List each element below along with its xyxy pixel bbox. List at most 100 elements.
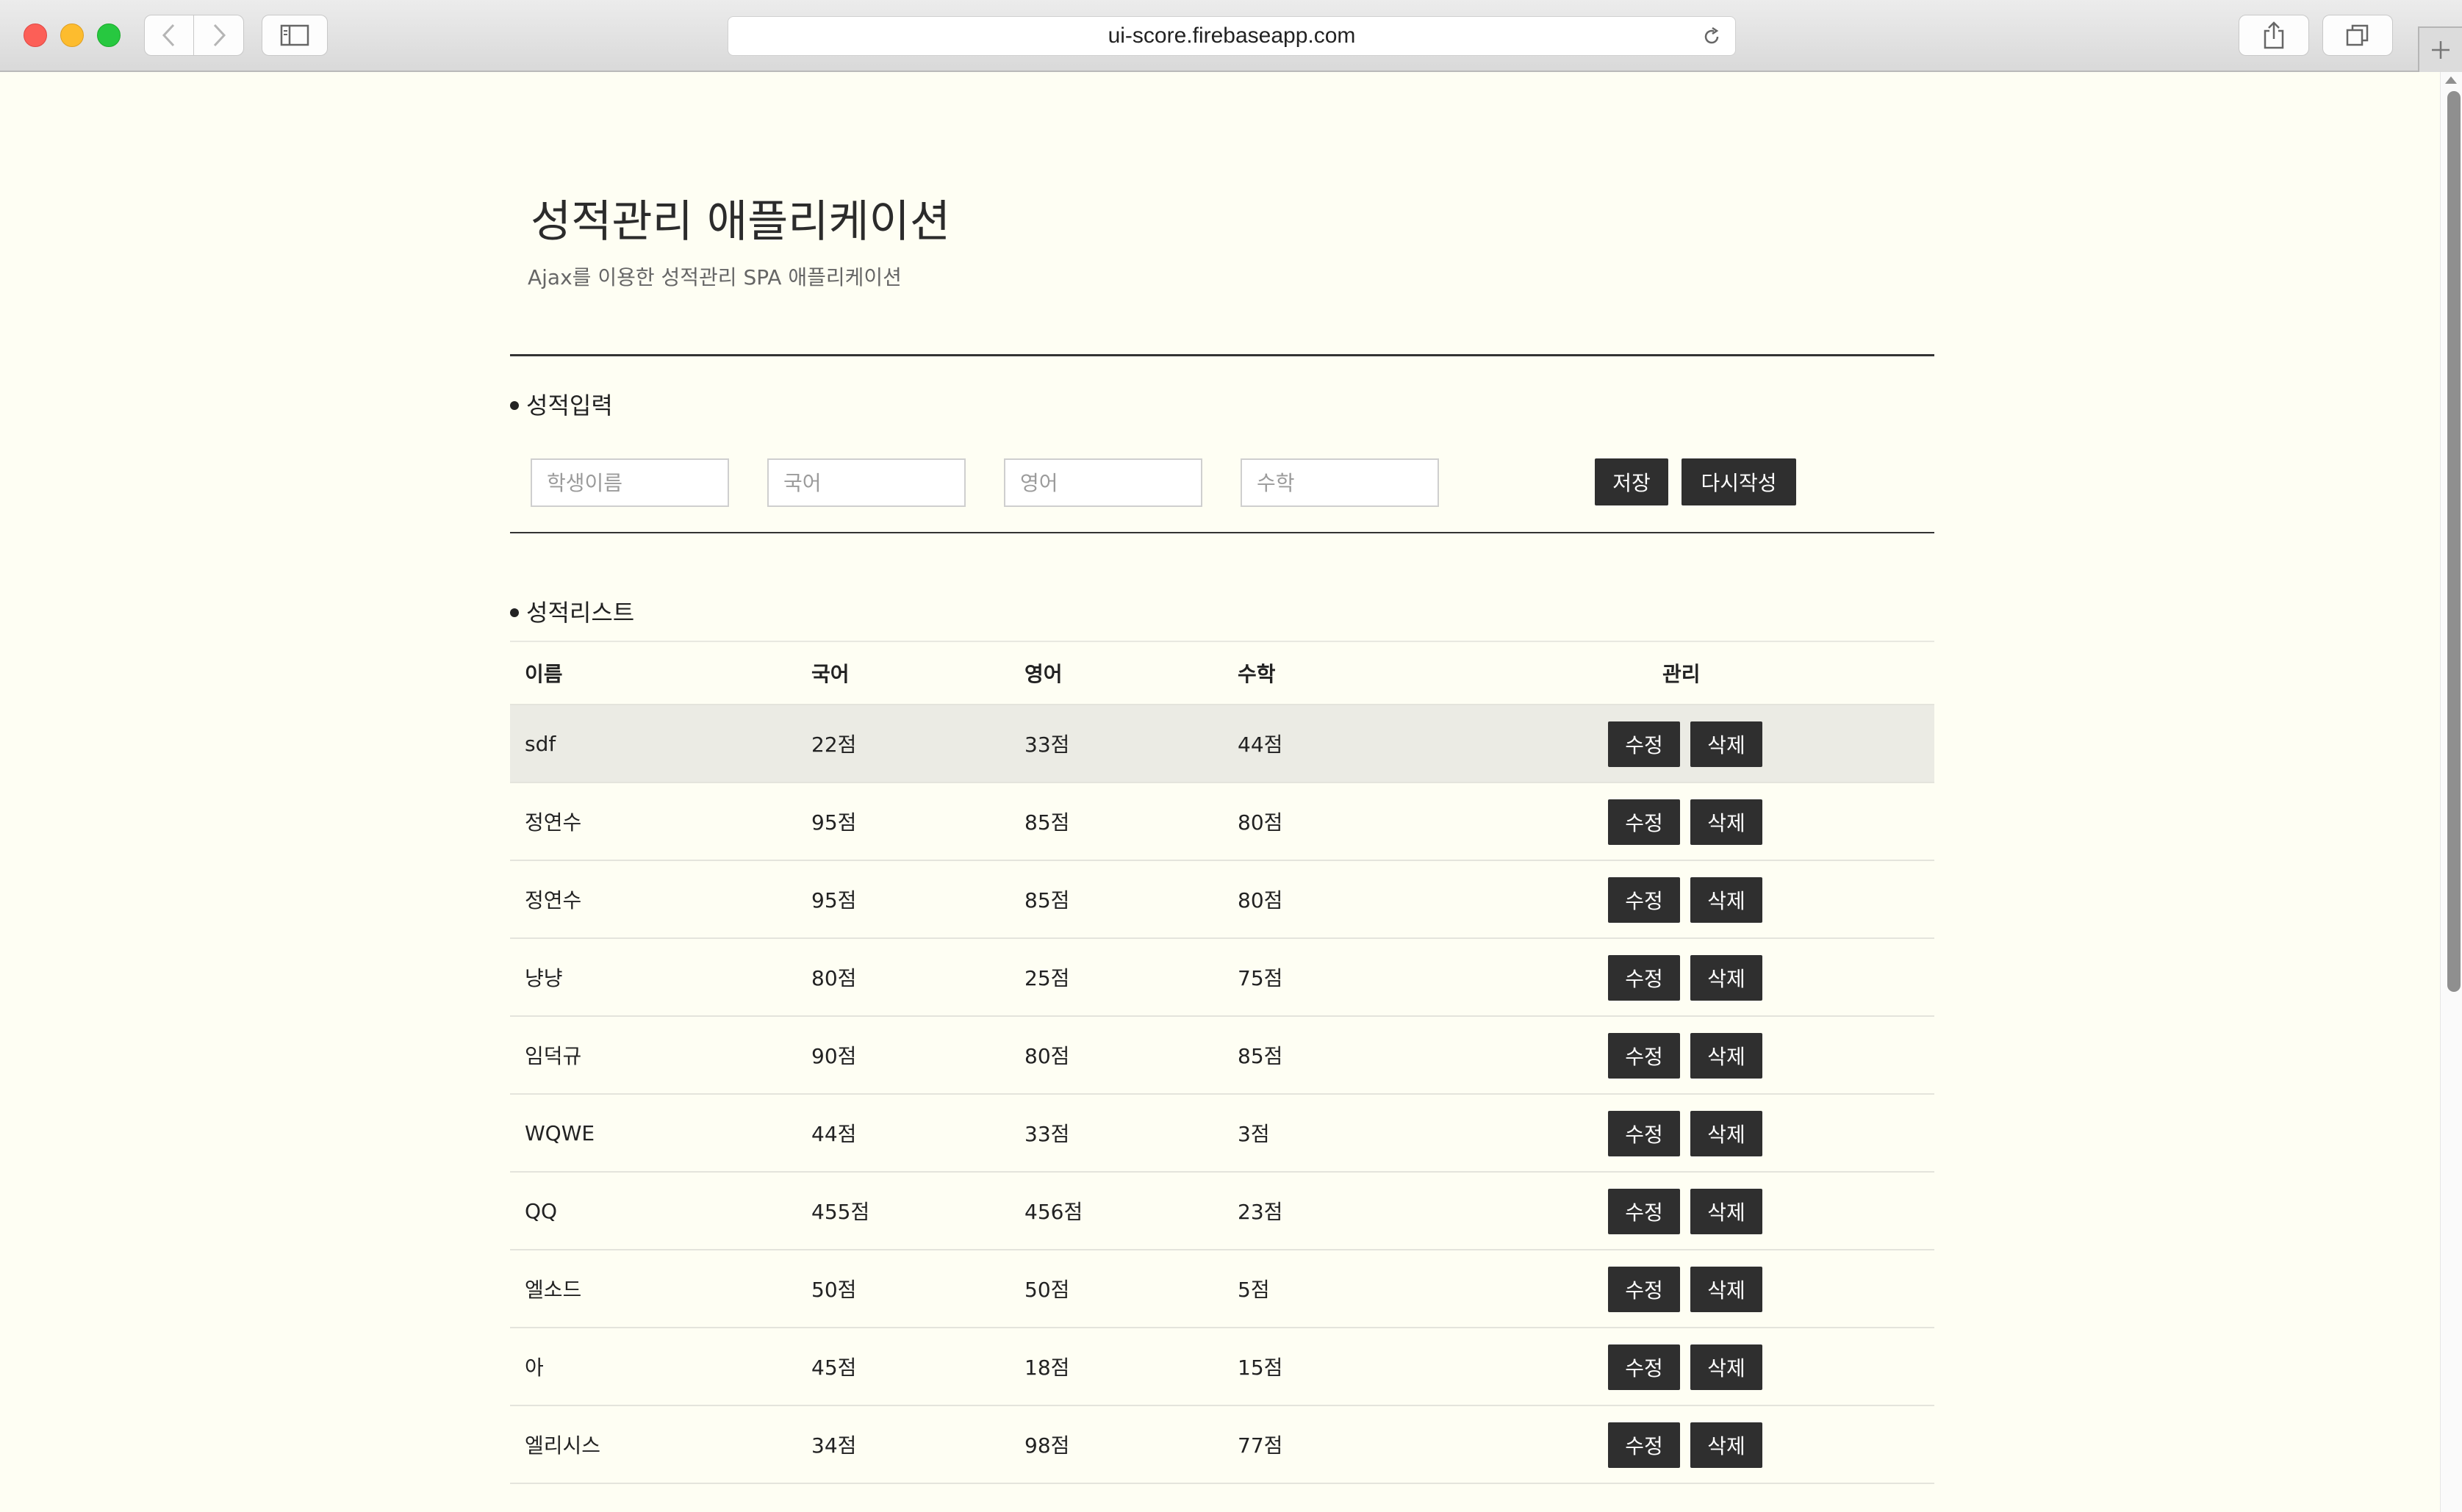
math-score-input[interactable] — [1241, 458, 1439, 507]
cell-math: 3점 — [1238, 1122, 1270, 1146]
edit-button[interactable]: 수정 — [1608, 1267, 1680, 1312]
edit-button[interactable]: 수정 — [1608, 721, 1680, 767]
window-close-button[interactable] — [24, 24, 47, 47]
new-tab-button[interactable] — [2418, 26, 2462, 72]
scrollbar-thumb[interactable] — [2447, 91, 2461, 992]
delete-button[interactable]: 삭제 — [1690, 799, 1762, 845]
cell-english: 85점 — [1024, 810, 1070, 835]
column-header-manage: 관리 — [1662, 662, 1701, 686]
cell-math: 15점 — [1238, 1356, 1283, 1380]
cell-math: 5점 — [1238, 1278, 1270, 1302]
table-row: 엘리시스 34점 98점 77점 수정 삭제 — [510, 1406, 1934, 1484]
table-row: sdf 22점 33점 44점 수정 삭제 — [510, 705, 1934, 783]
forward-icon — [213, 24, 226, 47]
add-tab-icon — [2432, 41, 2450, 59]
input-section-label: 성적입력 — [526, 392, 613, 420]
table-row: 엘소드 50점 50점 5점 수정 삭제 — [510, 1250, 1934, 1328]
window-minimize-button[interactable] — [60, 24, 84, 47]
cell-name: 정연수 — [525, 810, 582, 835]
delete-button[interactable]: 삭제 — [1690, 1422, 1762, 1468]
reload-icon[interactable] — [1701, 26, 1722, 47]
table-row: 정연수 95점 85점 80점 수정 삭제 — [510, 861, 1934, 939]
cell-korean: 95점 — [811, 810, 857, 835]
delete-button[interactable]: 삭제 — [1690, 877, 1762, 923]
english-score-input[interactable] — [1004, 458, 1202, 507]
edit-button[interactable]: 수정 — [1608, 1344, 1680, 1390]
delete-button[interactable]: 삭제 — [1690, 1344, 1762, 1390]
column-header-name: 이름 — [525, 662, 563, 686]
table-row: QQ 455점 456점 23점 수정 삭제 — [510, 1173, 1934, 1250]
cell-name: 냥냥 — [525, 966, 563, 990]
sidebar-icon — [280, 24, 309, 46]
edit-button[interactable]: 수정 — [1608, 955, 1680, 1001]
delete-button[interactable]: 삭제 — [1690, 955, 1762, 1001]
input-section-title: 성적입력 — [510, 389, 613, 422]
cell-math: 80점 — [1238, 888, 1283, 912]
window-zoom-button[interactable] — [97, 24, 121, 47]
cell-korean: 50점 — [811, 1278, 857, 1302]
reset-button[interactable]: 다시작성 — [1682, 458, 1796, 505]
back-button[interactable] — [144, 15, 194, 56]
share-icon — [2264, 21, 2284, 49]
address-bar[interactable]: ui-score.firebaseapp.com — [728, 16, 1736, 56]
edit-button[interactable]: 수정 — [1608, 1189, 1680, 1234]
column-header-korean: 국어 — [811, 662, 850, 686]
cell-english: 33점 — [1024, 732, 1070, 757]
cell-korean: 80점 — [811, 966, 857, 990]
forward-button[interactable] — [194, 15, 244, 56]
korean-score-input[interactable] — [767, 458, 966, 507]
delete-button[interactable]: 삭제 — [1690, 1033, 1762, 1079]
cell-name: 엘리시스 — [525, 1433, 601, 1458]
table-header: 이름 국어 영어 수학 관리 — [510, 642, 1934, 705]
sidebar-button[interactable] — [262, 15, 328, 56]
cell-korean: 95점 — [811, 888, 857, 912]
share-button[interactable] — [2239, 15, 2309, 56]
edit-button[interactable]: 수정 — [1608, 877, 1680, 923]
cell-english: 98점 — [1024, 1433, 1070, 1458]
delete-button[interactable]: 삭제 — [1690, 721, 1762, 767]
cell-korean: 22점 — [811, 732, 857, 757]
header-divider — [510, 354, 1934, 356]
cell-name: 엘소드 — [525, 1278, 582, 1302]
delete-button[interactable]: 삭제 — [1690, 1267, 1762, 1312]
tab-overview-button[interactable] — [2322, 15, 2393, 56]
delete-button[interactable]: 삭제 — [1690, 1111, 1762, 1156]
table-row: 임덕규 90점 80점 85점 수정 삭제 — [510, 1017, 1934, 1095]
cell-korean: 45점 — [811, 1356, 857, 1380]
table-row: 정연수 95점 85점 80점 수정 삭제 — [510, 783, 1934, 861]
cell-english: 85점 — [1024, 888, 1070, 912]
save-button[interactable]: 저장 — [1595, 458, 1668, 505]
column-header-math: 수학 — [1238, 662, 1276, 686]
cell-name: QQ — [525, 1198, 558, 1223]
cell-english: 18점 — [1024, 1356, 1070, 1380]
edit-button[interactable]: 수정 — [1608, 1422, 1680, 1468]
edit-button[interactable]: 수정 — [1608, 799, 1680, 845]
cell-english: 50점 — [1024, 1278, 1070, 1302]
cell-name: 정연수 — [525, 888, 582, 912]
back-icon — [162, 24, 175, 47]
bullet-icon — [510, 401, 519, 410]
scroll-up-arrow-icon[interactable] — [2445, 76, 2457, 84]
cell-name: WQWE — [525, 1120, 595, 1145]
list-section-label: 성적리스트 — [526, 599, 635, 627]
edit-button[interactable]: 수정 — [1608, 1033, 1680, 1079]
delete-button[interactable]: 삭제 — [1690, 1189, 1762, 1234]
list-section-title: 성적리스트 — [510, 597, 634, 629]
cell-math: 77점 — [1238, 1433, 1283, 1458]
edit-button[interactable]: 수정 — [1608, 1111, 1680, 1156]
table-row: WQWE 44점 33점 3점 수정 삭제 — [510, 1095, 1934, 1173]
url-text: ui-score.firebaseapp.com — [1108, 24, 1356, 48]
cell-name: 아 — [525, 1356, 544, 1380]
cell-name: 임덕규 — [525, 1044, 582, 1068]
cell-math: 85점 — [1238, 1044, 1283, 1068]
cell-english: 25점 — [1024, 966, 1070, 990]
cell-math: 23점 — [1238, 1200, 1283, 1224]
input-divider — [510, 532, 1934, 533]
cell-math: 44점 — [1238, 732, 1283, 757]
student-name-input[interactable] — [531, 458, 729, 507]
cell-english: 456점 — [1024, 1200, 1083, 1224]
bullet-icon — [510, 608, 519, 617]
cell-math: 75점 — [1238, 966, 1283, 990]
cell-korean: 455점 — [811, 1200, 870, 1224]
browser-toolbar: ui-score.firebaseapp.com — [0, 0, 2462, 72]
